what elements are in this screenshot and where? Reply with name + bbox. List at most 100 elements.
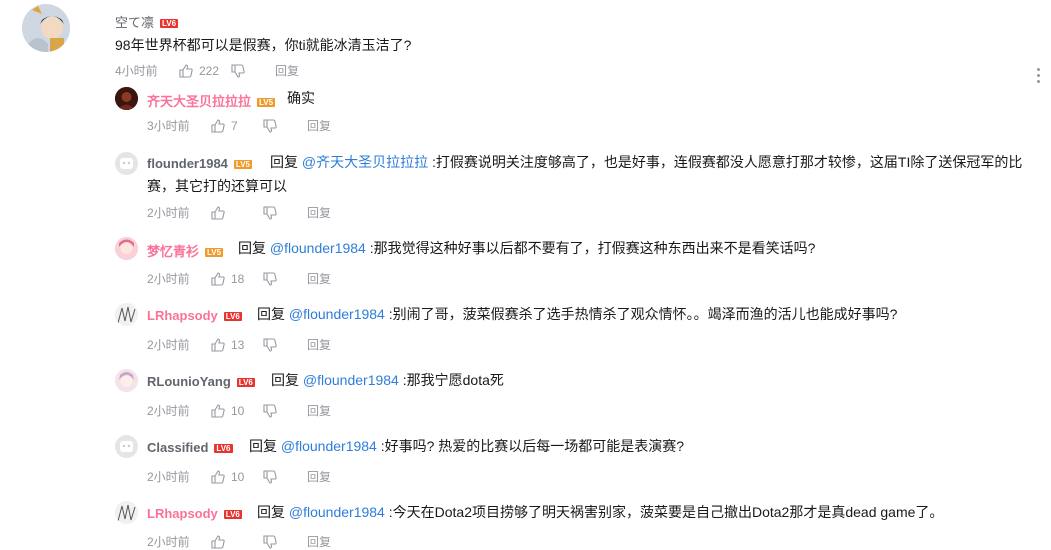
- mention-link[interactable]: @flounder1984: [270, 240, 366, 256]
- username[interactable]: LRhapsody LV6: [147, 506, 242, 521]
- reply-item: LRhapsody LV6 回复 @flounder1984 :今天在Dota2项…: [0, 490, 1051, 550]
- timestamp: 2小时前: [147, 470, 190, 484]
- username[interactable]: LRhapsody LV6: [147, 308, 242, 323]
- like-count: 18: [231, 271, 245, 286]
- level-badge: LV6: [223, 510, 242, 520]
- reply-button[interactable]: 回复: [275, 62, 299, 79]
- like-count: 10: [231, 469, 245, 484]
- timestamp: 3小时前: [147, 119, 190, 133]
- like-button[interactable]: 222: [179, 64, 225, 78]
- comment-meta: 2小时前 13 回复: [147, 336, 331, 353]
- thumb-up-icon: [211, 403, 225, 418]
- like-button[interactable]: 10: [211, 470, 257, 484]
- thumb-up-icon: [211, 469, 225, 484]
- reply-item: 梦忆青衫 LV5 回复 @flounder1984 :那我觉得这种好事以后都不要有…: [0, 226, 1051, 292]
- dislike-button[interactable]: [263, 337, 303, 352]
- thumb-up-icon: [179, 63, 193, 78]
- level-badge: LV6: [160, 19, 179, 29]
- comment-text: 98年世界杯都可以是假赛，你ti就能冰清玉洁了?: [115, 37, 412, 53]
- avatar[interactable]: [115, 369, 138, 392]
- timestamp: 4小时前: [115, 64, 158, 78]
- like-button[interactable]: [211, 205, 257, 220]
- timestamp: 2小时前: [147, 404, 190, 418]
- comment-text: 回复 @齐天大圣贝拉拉拉 :打假赛说明关注度够高了，也是好事，连假赛都没人愿意打…: [147, 154, 1023, 194]
- comment-meta: 2小时前 18 回复: [147, 270, 331, 287]
- like-button[interactable]: 18: [211, 272, 257, 286]
- more-dots-icon[interactable]: [1037, 68, 1041, 86]
- dislike-button[interactable]: [231, 63, 271, 78]
- reply-item: 齐天大圣贝拉拉拉 LV5 确实 3小时前 7 回复: [0, 85, 1051, 142]
- timestamp: 2小时前: [147, 535, 190, 549]
- dislike-button[interactable]: [263, 205, 303, 220]
- avatar[interactable]: [115, 237, 138, 260]
- like-count: 10: [231, 403, 245, 418]
- thumb-down-icon: [263, 118, 277, 133]
- level-badge: LV5: [257, 98, 276, 108]
- reply-button[interactable]: 回复: [307, 336, 331, 353]
- level-badge: LV6: [236, 378, 255, 388]
- username[interactable]: 齐天大圣贝拉拉拉 LV5: [147, 91, 276, 110]
- thumb-up-icon: [211, 118, 225, 133]
- thumb-down-icon: [263, 469, 277, 484]
- avatar[interactable]: [115, 152, 138, 175]
- comment-text: 回复 @flounder1984 :那我觉得这种好事以后都不要有了，打假赛这种东…: [238, 240, 816, 256]
- dislike-button[interactable]: [263, 534, 303, 549]
- comment-text: 回复 @flounder1984 :别闹了哥，菠菜假赛杀了选手热情杀了观众情怀。…: [257, 306, 898, 322]
- reply-button[interactable]: 回复: [307, 533, 331, 550]
- thumb-down-icon: [263, 271, 277, 286]
- comment-meta: 2小时前 10 回复: [147, 402, 331, 419]
- dislike-button[interactable]: [263, 271, 303, 286]
- timestamp: 2小时前: [147, 206, 190, 220]
- like-button[interactable]: 13: [211, 338, 257, 352]
- reply-item: flounder1984 LV5 回复 @齐天大圣贝拉拉拉 :打假赛说明关注度够高…: [0, 142, 1051, 226]
- thumb-up-icon: [211, 337, 225, 352]
- reply-button[interactable]: 回复: [307, 204, 331, 221]
- username[interactable]: Classified LV6: [147, 440, 233, 455]
- comment-text: 确实: [287, 90, 315, 106]
- thumb-down-icon: [263, 337, 277, 352]
- comment-meta: 4小时前 222 回复: [115, 62, 299, 79]
- dislike-button[interactable]: [263, 469, 303, 484]
- reply-item: Classified LV6 回复 @flounder1984 :好事吗? 热爱的…: [0, 424, 1051, 490]
- reply-button[interactable]: 回复: [307, 117, 331, 134]
- level-badge: LV5: [205, 248, 224, 258]
- level-badge: LV6: [223, 312, 242, 322]
- mention-link[interactable]: @flounder1984: [281, 438, 377, 454]
- thumb-up-icon: [211, 205, 225, 220]
- thumb-down-icon: [263, 403, 277, 418]
- comment-meta: 2小时前 回复: [147, 533, 331, 550]
- reply-button[interactable]: 回复: [307, 402, 331, 419]
- like-button[interactable]: [211, 534, 257, 549]
- mention-link[interactable]: @齐天大圣贝拉拉拉: [302, 154, 428, 170]
- avatar[interactable]: [115, 87, 138, 110]
- username[interactable]: 梦忆青衫 LV5: [147, 241, 224, 260]
- like-button[interactable]: 7: [211, 119, 257, 133]
- mention-link[interactable]: @flounder1984: [289, 504, 385, 520]
- dislike-button[interactable]: [263, 403, 303, 418]
- avatar[interactable]: [115, 303, 138, 326]
- reply-button[interactable]: 回复: [307, 270, 331, 287]
- avatar[interactable]: [115, 501, 138, 524]
- like-count: 222: [199, 63, 220, 78]
- comment-text: 回复 @flounder1984 :那我宁愿dota死: [271, 372, 504, 388]
- comment-meta: 3小时前 7 回复: [147, 117, 331, 134]
- avatar[interactable]: [115, 435, 138, 458]
- dislike-button[interactable]: [263, 118, 303, 133]
- thumb-up-icon: [211, 271, 225, 286]
- reply-button[interactable]: 回复: [307, 468, 331, 485]
- comment-text: 回复 @flounder1984 :好事吗? 热爱的比赛以后每一场都可能是表演赛…: [249, 438, 685, 454]
- thumb-down-icon: [263, 534, 277, 549]
- thumb-up-icon: [211, 534, 225, 549]
- mention-link[interactable]: @flounder1984: [303, 372, 399, 388]
- avatar[interactable]: [22, 4, 70, 52]
- like-count: 13: [231, 337, 245, 352]
- timestamp: 2小时前: [147, 338, 190, 352]
- mention-link[interactable]: @flounder1984: [289, 306, 385, 322]
- comment-meta: 2小时前 10 回复: [147, 468, 331, 485]
- reply-item: LRhapsody LV6 回复 @flounder1984 :别闹了哥，菠菜假赛…: [0, 292, 1051, 358]
- thumb-down-icon: [263, 205, 277, 220]
- like-button[interactable]: 10: [211, 404, 257, 418]
- thumb-down-icon: [231, 63, 245, 78]
- username[interactable]: 空て凛 LV6: [115, 12, 179, 31]
- username[interactable]: RLounioYang LV6: [147, 374, 255, 389]
